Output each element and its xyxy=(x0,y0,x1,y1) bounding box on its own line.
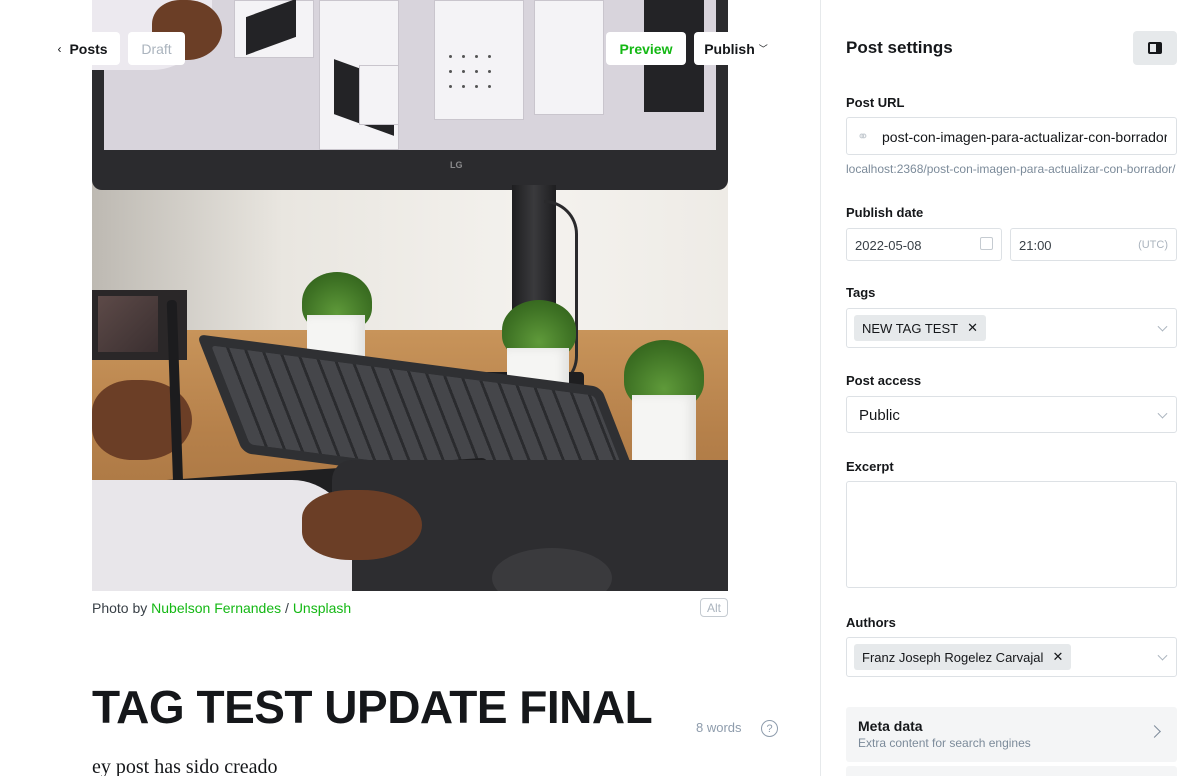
sidebar-panel-icon xyxy=(1148,42,1162,54)
caption-separator: / xyxy=(281,600,293,616)
excerpt-label: Excerpt xyxy=(846,459,894,474)
timezone-label: (UTC) xyxy=(1138,239,1168,251)
publish-date-input[interactable]: 2022-05-08 xyxy=(846,228,1002,261)
preview-button[interactable]: Preview xyxy=(606,32,686,65)
authors-label: Authors xyxy=(846,615,896,630)
calendar-icon xyxy=(980,237,993,250)
tag-chip-label: NEW TAG TEST xyxy=(862,320,959,336)
meta-data-row[interactable]: Meta data Extra content for search engin… xyxy=(846,707,1177,762)
meta-data-title: Meta data xyxy=(858,718,923,734)
author-chip-label: Franz Joseph Rogelez Carvajal xyxy=(862,649,1044,665)
authors-select[interactable]: Franz Joseph Rogelez Carvajal ✕ xyxy=(846,637,1177,677)
feature-image[interactable]: LG xyxy=(92,0,728,591)
back-to-posts-button[interactable]: ‹ Posts xyxy=(45,32,120,65)
chevron-down-icon xyxy=(1157,650,1168,661)
publish-label: Publish xyxy=(704,40,755,57)
tags-label: Tags xyxy=(846,285,876,300)
excerpt-textarea[interactable] xyxy=(846,481,1177,588)
caption-prefix: Photo by xyxy=(92,600,152,616)
post-settings-sidebar: Post settings Post URL ⚭ post-con-imagen… xyxy=(820,0,1200,776)
post-url-preview: localhost:2368/post-con-imagen-para-actu… xyxy=(846,162,1176,176)
chevron-right-icon xyxy=(1148,725,1161,738)
post-access-select[interactable]: Public xyxy=(846,396,1177,433)
meta-data-subtitle: Extra content for search engines xyxy=(858,736,1031,750)
sidebar-toggle-button[interactable] xyxy=(1133,31,1177,65)
back-label: Posts xyxy=(69,40,108,57)
link-icon: ⚭ xyxy=(857,128,869,144)
post-title[interactable]: TAG TEST UPDATE FINAL xyxy=(92,680,653,734)
publish-button[interactable]: Publish ﹀ xyxy=(694,32,778,65)
remove-tag-icon[interactable]: ✕ xyxy=(967,320,978,336)
photo-author-link[interactable]: Nubelson Fernandes xyxy=(151,600,281,616)
settings-title: Post settings xyxy=(846,38,953,57)
publish-date-label: Publish date xyxy=(846,205,924,220)
image-caption[interactable]: Photo by Nubelson Fernandes / Unsplash xyxy=(92,600,351,616)
chevron-down-icon xyxy=(1157,408,1168,419)
chevron-down-icon: ﹀ xyxy=(758,44,768,54)
alt-text-button[interactable]: Alt xyxy=(700,598,728,617)
post-body[interactable]: ey post has sido creado xyxy=(92,756,278,776)
word-count: 8 words xyxy=(696,720,742,735)
next-settings-row[interactable] xyxy=(846,766,1177,776)
post-url-value: post-con-imagen-para-actualizar-con-borr… xyxy=(882,129,1167,145)
tags-select[interactable]: NEW TAG TEST ✕ xyxy=(846,308,1177,348)
post-status-badge: Draft xyxy=(128,32,185,65)
chevron-down-icon xyxy=(1157,321,1168,332)
chevron-left-icon: ‹ xyxy=(57,41,62,56)
tag-chip[interactable]: NEW TAG TEST ✕ xyxy=(854,315,987,341)
post-url-input[interactable]: ⚭ post-con-imagen-para-actualizar-con-bo… xyxy=(846,117,1177,155)
photo-source-link[interactable]: Unsplash xyxy=(293,600,351,616)
publish-date-value: 2022-05-08 xyxy=(855,238,922,253)
post-url-label: Post URL xyxy=(846,95,905,110)
post-access-value: Public xyxy=(859,407,900,424)
post-access-label: Post access xyxy=(846,373,922,388)
publish-time-value: 21:00 xyxy=(1019,238,1052,253)
editor-pane: LG ‹ Posts Draft Preview Publish ﹀ Photo… xyxy=(0,0,820,776)
publish-time-input[interactable]: 21:00 (UTC) xyxy=(1010,228,1177,261)
remove-author-icon[interactable]: ✕ xyxy=(1052,649,1063,665)
author-chip[interactable]: Franz Joseph Rogelez Carvajal ✕ xyxy=(854,644,1072,670)
help-icon[interactable]: ? xyxy=(761,720,778,737)
monitor-logo: LG xyxy=(450,160,463,170)
